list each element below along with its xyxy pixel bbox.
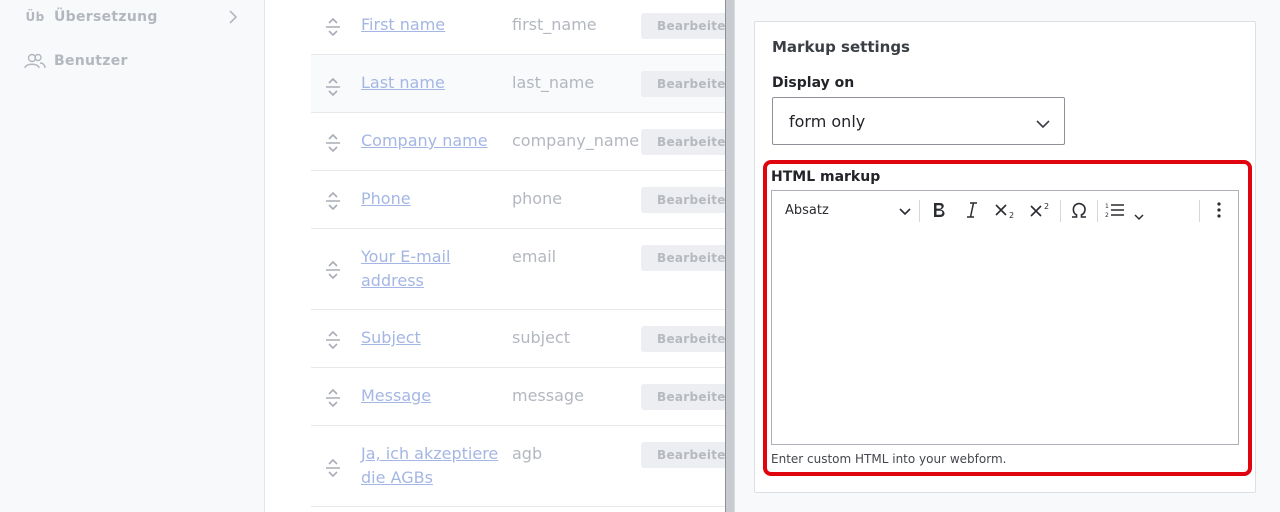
drag-handle-icon[interactable] — [323, 17, 343, 37]
offcanvas-panel: Markup settings Display on form only HTM… — [735, 0, 1280, 512]
drag-handle-icon[interactable] — [323, 77, 343, 97]
table-row: Ja, ich akzeptiere die AGBs agb Bearbeite… — [311, 426, 725, 507]
table-row: Your E-mail address email Bearbeiten — [311, 229, 725, 310]
toolbar-separator — [1060, 200, 1061, 222]
field-title-line: address — [361, 271, 424, 290]
table-row: Message message Bearbeiten — [311, 368, 725, 426]
edit-button[interactable]: Bearbeiten — [641, 129, 725, 155]
field-title-link[interactable]: First name — [361, 13, 501, 37]
drag-handle-icon[interactable] — [323, 388, 343, 408]
edit-button[interactable]: Bearbeiten — [641, 326, 725, 352]
table-row: Phone phone Bearbeiten — [311, 171, 725, 229]
sidebar-item-label: Benutzer — [54, 53, 128, 69]
field-machine-name: last_name — [512, 73, 595, 92]
edit-button[interactable]: Bearbeiten — [641, 187, 725, 213]
field-machine-name: phone — [512, 189, 563, 208]
field-title-link[interactable]: Ja, ich akzeptiere die AGBs — [361, 442, 501, 490]
toolbar-separator — [1097, 200, 1098, 222]
sidebar-item-label: Übersetzung — [54, 9, 158, 25]
edit-button[interactable]: Bearbeiten — [641, 442, 725, 468]
field-title-link[interactable]: Last name — [361, 71, 501, 95]
edit-button[interactable]: Bearbeiten — [641, 245, 725, 271]
field-machine-name: agb — [512, 444, 543, 463]
edit-button[interactable]: Bearbeiten — [641, 384, 725, 410]
drag-handle-icon[interactable] — [323, 458, 343, 478]
display-on-value: form only — [789, 112, 866, 131]
edit-button[interactable]: Bearbeiten — [641, 13, 725, 39]
chevron-down-icon — [1134, 206, 1144, 225]
field-machine-name: message — [512, 386, 584, 405]
italic-icon[interactable] — [957, 191, 987, 229]
heading-dropdown-value: Absatz — [785, 202, 829, 218]
field-machine-name: email — [512, 247, 557, 266]
field-title-link[interactable]: Subject — [361, 326, 501, 350]
card-title: Markup settings — [772, 38, 910, 56]
field-machine-name: company_name — [512, 131, 640, 150]
field-title-line: die AGBs — [361, 468, 433, 487]
field-title-line: Ja, ich akzeptiere — [361, 444, 499, 463]
chevron-right-icon — [228, 10, 238, 28]
drag-handle-icon[interactable] — [323, 133, 343, 153]
field-title-link[interactable]: Your E-mail address — [361, 245, 501, 293]
translation-icon: Üb — [25, 10, 45, 24]
toolbar-separator — [919, 200, 920, 222]
drag-handle-icon[interactable] — [323, 260, 343, 280]
panel-splitter[interactable] — [725, 0, 735, 512]
field-machine-name: first_name — [512, 15, 597, 34]
svg-text:2: 2 — [1044, 202, 1049, 211]
svg-text:1: 1 — [1105, 203, 1109, 210]
html-markup-label: HTML markup — [771, 169, 881, 185]
sidebar-item-translation[interactable]: Üb Übersetzung — [24, 2, 244, 32]
drag-handle-icon[interactable] — [323, 330, 343, 350]
drag-handle-icon[interactable] — [323, 191, 343, 211]
edit-button[interactable]: Bearbeiten — [641, 71, 725, 97]
sidebar-item-users[interactable]: Benutzer — [24, 46, 244, 76]
chevron-down-icon — [899, 205, 911, 220]
bold-icon[interactable] — [924, 191, 954, 229]
users-icon — [24, 53, 46, 69]
field-machine-name: subject — [512, 328, 570, 347]
sidebar: Üb Übersetzung Benutzer — [0, 0, 265, 512]
chevron-down-icon — [1036, 114, 1050, 133]
field-title-line: Your E-mail — [361, 247, 451, 266]
special-characters-icon[interactable] — [1064, 191, 1094, 229]
numbered-list-icon[interactable]: 12 — [1101, 191, 1147, 229]
superscript-icon[interactable]: 2 — [1025, 191, 1057, 229]
editor-toolbar: Absatz 2 2 12 — [771, 190, 1239, 230]
table-row: First name first_name Bearbeiten — [311, 0, 725, 55]
display-on-label: Display on — [772, 75, 855, 91]
webform-fields-list: First name first_name Bearbeiten Last na… — [265, 0, 725, 512]
table-row: Subject subject Bearbeiten — [311, 310, 725, 368]
field-title-link[interactable]: Company name — [361, 129, 501, 153]
display-on-select[interactable]: form only — [772, 97, 1065, 145]
html-markup-editor[interactable] — [771, 229, 1239, 445]
subscript-icon[interactable]: 2 — [990, 191, 1022, 229]
svg-text:2: 2 — [1105, 212, 1109, 218]
table-row: Company name company_name Bearbeiten — [311, 113, 725, 171]
svg-text:2: 2 — [1009, 211, 1014, 218]
html-markup-help-text: Enter custom HTML into your webform. — [771, 452, 1007, 466]
field-title-link[interactable]: Phone — [361, 187, 501, 211]
field-title-link[interactable]: Message — [361, 384, 501, 408]
more-options-icon[interactable] — [1204, 191, 1234, 229]
toolbar-separator — [1199, 200, 1200, 222]
heading-dropdown[interactable]: Absatz — [773, 191, 917, 229]
table-row: Last name last_name Bearbeiten — [311, 55, 725, 113]
